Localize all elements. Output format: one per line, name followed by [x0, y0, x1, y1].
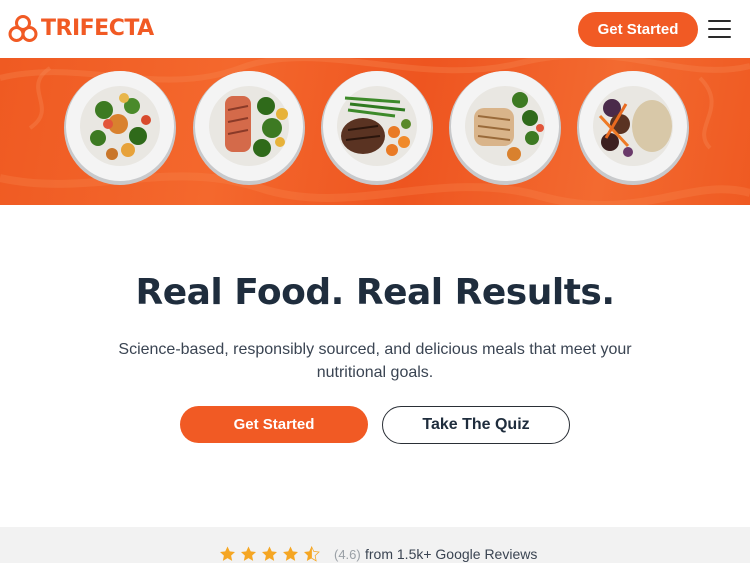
meal-plates-image [0, 58, 750, 205]
star-rating [218, 545, 323, 563]
hamburger-menu-icon[interactable] [708, 18, 732, 40]
get-started-button[interactable]: Get Started [180, 406, 368, 443]
reviews-count-text[interactable]: from 1.5k+ Google Reviews [365, 546, 537, 562]
brand-logo[interactable]: TRIFECTA [8, 14, 154, 44]
star-icon [241, 546, 256, 561]
take-quiz-button[interactable]: Take The Quiz [382, 406, 570, 444]
plate-salmon-broccoli [193, 71, 305, 185]
plate-chicken-vegetables [449, 71, 561, 185]
site-header: TRIFECTA Get Started [0, 0, 750, 58]
hero-title: Real Food. Real Results. [135, 272, 615, 313]
hero-food-banner [0, 58, 750, 205]
star-icon [262, 546, 277, 561]
star-icon [220, 546, 235, 561]
hero-subtitle: Science-based, responsibly sourced, and … [118, 341, 632, 381]
trifecta-logo-icon [8, 15, 38, 42]
plate-shrimp-stirfry [64, 71, 176, 185]
half-star-icon [304, 546, 320, 562]
brand-name: TRIFECTA [41, 16, 154, 41]
reviews-strip: (4.6) from 1.5k+ Google Reviews [0, 527, 750, 563]
plate-beef-rice [577, 71, 689, 185]
rating-value: (4.6) [334, 547, 361, 562]
star-icon [283, 546, 298, 561]
header-get-started-button[interactable]: Get Started [578, 12, 698, 47]
plate-steak-greenbeans [321, 71, 433, 185]
